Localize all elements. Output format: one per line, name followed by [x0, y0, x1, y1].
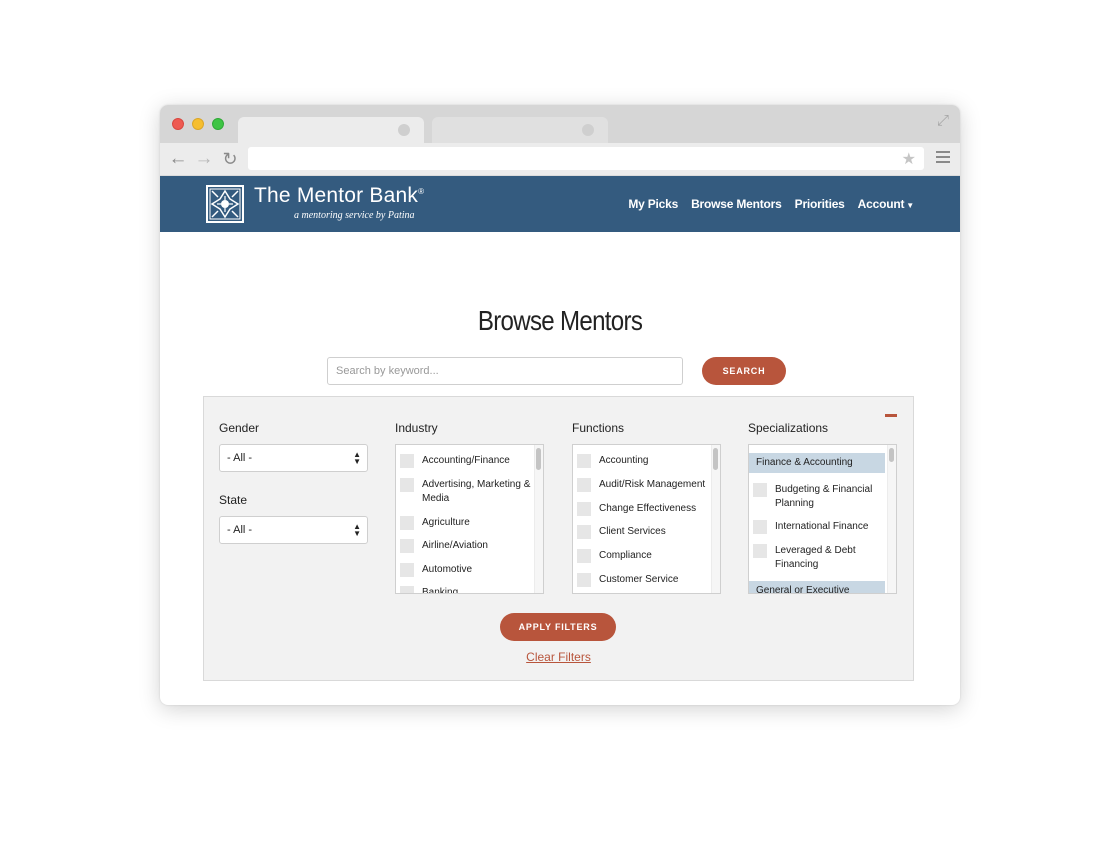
functions-list[interactable]: Accounting Audit/Risk Management Change … — [572, 444, 721, 594]
checkbox[interactable] — [400, 539, 414, 553]
nav-account-label: Account — [857, 197, 905, 211]
gender-select[interactable]: - All - ▲ ▼ — [219, 444, 368, 472]
functions-label: Functions — [572, 421, 625, 435]
logo-icon[interactable] — [206, 185, 244, 223]
gender-label: Gender — [219, 421, 260, 435]
list-item[interactable]: Customer Service — [577, 573, 709, 587]
tab-bar: ⤢ — [160, 105, 960, 144]
list-item[interactable]: Advertising, Marketing & Media — [400, 478, 532, 506]
minimize-window-icon[interactable] — [192, 118, 204, 130]
nav-account[interactable]: Account ▼ — [857, 197, 915, 211]
list-item[interactable]: Budgeting & Financial Planning — [753, 483, 885, 511]
list-item[interactable]: Leveraged & Debt Financing — [753, 544, 885, 572]
checkbox[interactable] — [400, 563, 414, 577]
list-item[interactable]: Accounting/Finance — [400, 454, 532, 468]
checkbox[interactable] — [577, 549, 591, 563]
nav-browse-mentors[interactable]: Browse Mentors — [691, 197, 782, 211]
filter-panel: Gender - All - ▲ ▼ State - All - ▲ ▼ Indus… — [203, 396, 914, 681]
nav-my-picks[interactable]: My Picks — [628, 197, 678, 211]
checkbox[interactable] — [400, 478, 414, 492]
group-header-finance: Finance & Accounting — [749, 453, 885, 473]
scrollbar[interactable] — [711, 445, 720, 593]
checkbox[interactable] — [577, 502, 591, 516]
maximize-window-icon[interactable] — [212, 118, 224, 130]
scrollbar-thumb[interactable] — [889, 448, 894, 462]
list-item[interactable]: Client Services — [577, 525, 709, 539]
industry-label: Industry — [395, 421, 438, 435]
tab-close-icon[interactable] — [582, 124, 594, 136]
checkbox[interactable] — [577, 454, 591, 468]
brand-title[interactable]: The Mentor Bank® — [254, 184, 424, 208]
brand-subtitle: a mentoring service by Patina — [294, 210, 415, 221]
checkbox[interactable] — [400, 516, 414, 530]
search-input[interactable] — [327, 357, 683, 385]
browser-tab-inactive[interactable] — [432, 117, 608, 144]
collapse-icon[interactable] — [885, 414, 897, 417]
browser-tab-active[interactable] — [238, 117, 424, 144]
list-item[interactable]: Compliance — [577, 549, 709, 563]
forward-arrow-icon[interactable]: → — [194, 149, 214, 169]
apply-filters-button[interactable]: APPLY FILTERS — [500, 613, 616, 641]
checkbox[interactable] — [400, 586, 414, 593]
checkbox[interactable] — [753, 520, 767, 534]
back-arrow-icon[interactable]: ← — [168, 149, 188, 169]
list-item[interactable]: Agriculture — [400, 516, 532, 530]
registered-mark: ® — [418, 187, 425, 196]
state-label: State — [219, 493, 248, 507]
browser-menu-icon[interactable] — [936, 151, 950, 165]
select-arrows-icon: ▲ ▼ — [353, 522, 361, 538]
select-arrows-icon: ▲ ▼ — [353, 450, 361, 466]
specializations-list[interactable]: Finance & Accounting Budgeting & Financi… — [748, 444, 897, 594]
tab-close-icon[interactable] — [398, 124, 410, 136]
page-title: Browse Mentors — [477, 305, 643, 336]
scrollbar[interactable] — [534, 445, 543, 593]
specializations-label: Specializations — [748, 421, 829, 435]
scrollbar[interactable] — [887, 445, 896, 593]
bookmark-star-icon[interactable]: ★ — [902, 149, 916, 169]
fullscreen-icon[interactable]: ⤢ — [934, 112, 952, 130]
checkbox[interactable] — [753, 483, 767, 497]
list-item[interactable]: Automotive — [400, 563, 532, 577]
scrollbar-thumb[interactable] — [713, 448, 718, 470]
reload-icon[interactable]: ↻ — [220, 149, 240, 169]
list-item[interactable]: Change Effectiveness — [577, 502, 709, 516]
list-item[interactable]: Airline/Aviation — [400, 539, 532, 553]
close-window-icon[interactable] — [172, 118, 184, 130]
browser-window: ⤢ ← → ↻ ★ The Mentor Bank® a mentoring s… — [160, 105, 960, 705]
search-button[interactable]: SEARCH — [702, 357, 786, 385]
checkbox[interactable] — [577, 478, 591, 492]
checkbox[interactable] — [577, 573, 591, 587]
list-item[interactable]: Accounting — [577, 454, 709, 468]
industry-list[interactable]: Accounting/Finance Advertising, Marketin… — [395, 444, 544, 594]
checkbox[interactable] — [400, 454, 414, 468]
list-item[interactable]: International Finance — [753, 520, 885, 534]
site-header: The Mentor Bank® a mentoring service by … — [160, 176, 960, 232]
state-select[interactable]: - All - ▲ ▼ — [219, 516, 368, 544]
checkbox[interactable] — [577, 525, 591, 539]
checkbox[interactable] — [753, 544, 767, 558]
browser-toolbar: ← → ↻ ★ — [160, 143, 960, 176]
list-item[interactable]: Audit/Risk Management — [577, 478, 709, 492]
list-item[interactable]: Banking — [400, 586, 532, 593]
gender-select-value: - All - — [227, 452, 253, 464]
main-nav: My Picks Browse Mentors Priorities Accou… — [628, 176, 914, 232]
scrollbar-thumb[interactable] — [536, 448, 541, 470]
clear-filters-link[interactable]: Clear Filters — [526, 650, 591, 664]
address-bar[interactable]: ★ — [248, 147, 924, 170]
nav-priorities[interactable]: Priorities — [795, 197, 845, 211]
caret-down-icon: ▼ — [906, 201, 914, 210]
group-header-executive: General or Executive — [749, 581, 885, 593]
state-select-value: - All - — [227, 524, 253, 536]
